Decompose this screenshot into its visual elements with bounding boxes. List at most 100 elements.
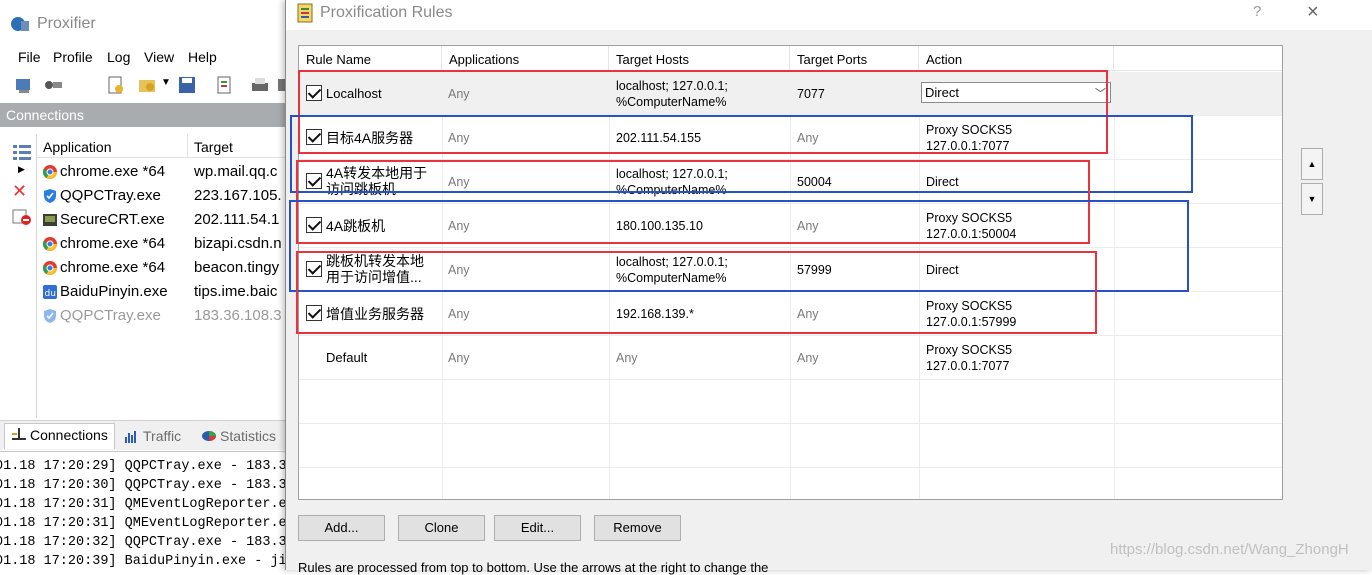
connection-target: 223.167.105. bbox=[194, 187, 282, 204]
rule-enabled-checkbox[interactable] bbox=[306, 217, 322, 233]
connections-column-headers: Application Target bbox=[37, 134, 291, 158]
log-line: 01.18 17:20:31] QMEventLogReporter.e bbox=[0, 497, 287, 512]
tab-statistics-label: Statistics bbox=[220, 428, 277, 444]
connection-row[interactable]: chrome.exe *64 bizapi.csdn.n bbox=[37, 232, 291, 256]
print-icon[interactable] bbox=[250, 75, 270, 95]
chevron-down-icon: ﹀ bbox=[1095, 88, 1106, 100]
edit-button[interactable]: Edit... bbox=[494, 515, 581, 541]
column-target-hosts[interactable]: Target Hosts bbox=[609, 46, 790, 71]
main-window-title: Proxifier bbox=[37, 15, 96, 32]
list-view-icon[interactable] bbox=[12, 143, 32, 161]
rule-row[interactable]: 跳板机转发本地 用于访问增值... Any localhost; 127.0.0… bbox=[299, 248, 1282, 292]
rule-target-hosts: 202.111.54.155 bbox=[616, 131, 702, 145]
rule-action-line: Proxy SOCKS5 bbox=[926, 299, 1013, 313]
help-button[interactable]: ? bbox=[1253, 3, 1261, 20]
block-connection-icon[interactable] bbox=[12, 209, 32, 227]
connections-header-label: Connections bbox=[6, 107, 84, 123]
log-panel: 01.18 17:20:29] QQPCTray.exe - 183.3 01.… bbox=[0, 451, 290, 570]
menu-help[interactable]: Help bbox=[188, 49, 217, 65]
rule-target-ports: Any bbox=[797, 307, 819, 321]
rule-name: 跳板机转发本地 用于访问增值... bbox=[326, 248, 424, 292]
menu-file[interactable]: File bbox=[18, 49, 41, 65]
remove-button[interactable]: Remove bbox=[594, 515, 681, 541]
connection-target: 202.111.54.1 bbox=[194, 211, 280, 228]
connection-target: tips.ime.baic bbox=[194, 283, 278, 300]
rule-enabled-checkbox[interactable] bbox=[306, 85, 322, 101]
rule-name: Localhost bbox=[326, 86, 382, 101]
save-icon[interactable] bbox=[177, 75, 197, 95]
rule-action-line: 127.0.0.1:50004 bbox=[926, 227, 1017, 241]
rule-host-line: %ComputerName% bbox=[616, 95, 727, 109]
rule-row-localhost[interactable]: Localhost Any localhost; 127.0.0.1; %Com… bbox=[299, 72, 1282, 116]
rule-enabled-checkbox[interactable] bbox=[306, 305, 322, 321]
column-target-ports[interactable]: Target Ports bbox=[790, 46, 919, 71]
column-rule-name[interactable]: Rule Name bbox=[299, 46, 442, 71]
profile-icon[interactable] bbox=[106, 75, 126, 95]
add-button[interactable]: Add... bbox=[298, 515, 385, 541]
rule-applications: Any bbox=[448, 219, 470, 233]
log-line: 01.18 17:20:39] BaiduPinyin.exe - ji bbox=[0, 554, 287, 569]
connection-app: SecureCRT.exe bbox=[60, 211, 165, 228]
rule-target-ports: 50004 bbox=[797, 175, 832, 189]
move-up-button[interactable]: ▲ bbox=[1301, 148, 1323, 180]
connection-row[interactable]: chrome.exe *64 beacon.tingy bbox=[37, 256, 291, 280]
chrome-icon bbox=[43, 165, 57, 179]
clone-button[interactable]: Clone bbox=[398, 515, 485, 541]
column-target[interactable]: Target bbox=[194, 139, 233, 155]
rule-target-ports: Any bbox=[797, 351, 819, 365]
menu-log[interactable]: Log bbox=[107, 49, 130, 65]
connections-icon[interactable] bbox=[14, 75, 34, 95]
tab-connections-label: Connections bbox=[30, 427, 108, 443]
close-connection-icon[interactable]: ✕ bbox=[12, 182, 32, 200]
proxy-servers-icon[interactable] bbox=[43, 75, 63, 95]
rule-enabled-checkbox[interactable] bbox=[306, 173, 322, 189]
rule-applications: Any bbox=[448, 175, 470, 189]
column-application[interactable]: Application bbox=[43, 139, 112, 155]
column-applications[interactable]: Applications bbox=[442, 46, 609, 71]
tab-statistics[interactable]: Statistics bbox=[195, 425, 282, 449]
rule-applications: Any bbox=[448, 87, 470, 101]
main-toolbar: ▼ bbox=[0, 68, 292, 102]
rule-row[interactable]: 增值业务服务器 Any 192.168.139.* Any Proxy SOCK… bbox=[299, 292, 1282, 336]
rule-row[interactable]: 4A跳板机 Any 180.100.135.10 Any Proxy SOCKS… bbox=[299, 204, 1282, 248]
column-action[interactable]: Action bbox=[919, 46, 1114, 71]
connection-app: chrome.exe *64 bbox=[60, 235, 166, 252]
rule-row[interactable]: 4A转发本地用于 访问跳板机 Any localhost; 127.0.0.1;… bbox=[299, 160, 1282, 204]
folder-settings-icon[interactable] bbox=[137, 75, 157, 95]
close-icon[interactable]: × bbox=[1307, 1, 1319, 24]
proxifier-logo-icon bbox=[11, 17, 29, 31]
connection-row[interactable]: chrome.exe *64 wp.mail.qq.c bbox=[37, 160, 291, 184]
rule-target-hosts: 180.100.135.10 bbox=[616, 219, 703, 233]
tab-traffic[interactable]: Traffic bbox=[118, 425, 187, 449]
rule-host-line: %ComputerName% bbox=[616, 271, 727, 285]
rule-action: Proxy SOCKS5 127.0.0.1:57999 bbox=[926, 292, 1016, 336]
rule-target-hosts: 192.168.139.* bbox=[616, 307, 694, 321]
rule-action-line: 127.0.0.1:57999 bbox=[926, 315, 1017, 329]
log-line: 01.18 17:20:32] QQPCTray.exe - 183.3 bbox=[0, 535, 287, 550]
rule-target-ports: Any bbox=[797, 131, 819, 145]
rule-enabled-checkbox[interactable] bbox=[306, 261, 322, 277]
chrome-icon bbox=[43, 237, 57, 251]
expand-arrow-icon[interactable]: ▶ bbox=[18, 164, 38, 182]
rules-icon[interactable] bbox=[214, 75, 234, 95]
empty-row bbox=[299, 424, 1282, 468]
rule-action: Proxy SOCKS5 127.0.0.1:50004 bbox=[926, 204, 1016, 248]
tab-connections[interactable]: Connections bbox=[4, 423, 115, 449]
connection-row[interactable]: du BaiduPinyin.exe tips.ime.baic bbox=[37, 280, 291, 304]
menu-view[interactable]: View bbox=[144, 49, 174, 65]
action-select[interactable]: Direct ﹀ bbox=[921, 82, 1111, 103]
connection-row[interactable]: SecureCRT.exe 202.111.54.1 bbox=[37, 208, 291, 232]
menu-profile[interactable]: Profile bbox=[53, 49, 93, 65]
rule-target-ports: 7077 bbox=[797, 87, 825, 101]
connection-row[interactable]: QQPCTray.exe 223.167.105. bbox=[37, 184, 291, 208]
main-title-bar: Proxifier bbox=[0, 0, 290, 46]
rule-enabled-checkbox[interactable] bbox=[306, 129, 322, 145]
rule-row-default[interactable]: Default Any Any Any Proxy SOCKS5 127.0.0… bbox=[299, 336, 1282, 380]
rule-row[interactable]: 目标4A服务器 Any 202.111.54.155 Any Proxy SOC… bbox=[299, 116, 1282, 160]
connection-app: QQPCTray.exe bbox=[60, 187, 161, 204]
rule-action-line: 127.0.0.1:7077 bbox=[926, 359, 1010, 373]
chrome-icon bbox=[43, 261, 57, 275]
rule-applications: Any bbox=[448, 131, 470, 145]
move-down-button[interactable]: ▼ bbox=[1301, 183, 1323, 215]
connection-row[interactable]: QQPCTray.exe 183.36.108.3 bbox=[37, 304, 291, 328]
